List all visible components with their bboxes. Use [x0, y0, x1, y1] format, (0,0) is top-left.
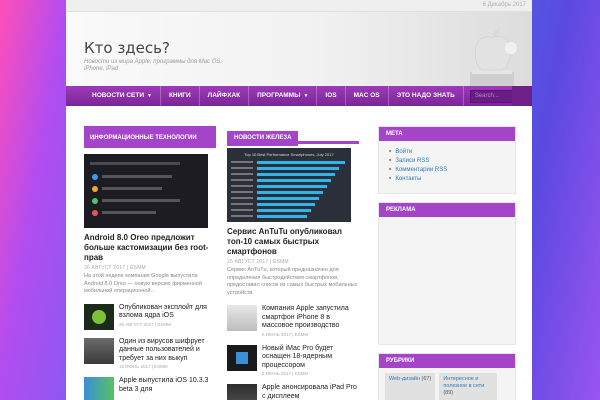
- featured-thumbnail-antutu[interactable]: Top 10 Best Performance Smartphones, Jul…: [227, 148, 351, 222]
- page: 6 Декабрь 2017 Кто здесь? Новости из мир…: [66, 0, 532, 400]
- list-item-title: Apple выпустила iOS 10.3.3 beta 3 для: [119, 377, 209, 393]
- list-item-title: Компания Apple запустила смартфон iPhone…: [262, 305, 349, 329]
- current-date: 6 Декабрь 2017: [482, 2, 526, 8]
- featured-post-title[interactable]: Сервис AnTuTu опубликовал топ-10 самых б…: [227, 227, 359, 257]
- list-item[interactable]: Один из вирусов шифрует данные пользоват…: [84, 337, 216, 369]
- list-item-title: Новый iMac Pro будет оснащен 18-ядерным …: [262, 344, 334, 369]
- post-thumbnail: [227, 384, 257, 400]
- list-item[interactable]: Apple выпустила iOS 10.3.3 beta 3 для: [84, 377, 216, 400]
- main-navigation: НОВОСТИ СЕТИ ▼ КНИГИ ЛАЙФХАК ПРОГРАММЫ ▼ I…: [66, 86, 532, 106]
- site-description: Новости из мира Apple, программы для Mac…: [84, 59, 223, 72]
- nav-item-must-know[interactable]: ЭТО НАДО ЗНАТЬ: [389, 86, 464, 106]
- rubric-tag[interactable]: Интересное и полезное в сети (89): [439, 373, 498, 400]
- list-item-title: Один из вирусов шифрует данные пользоват…: [119, 337, 205, 362]
- post-thumbnail: [84, 303, 114, 330]
- meta-link-contacts[interactable]: Контакты: [389, 174, 507, 183]
- expand-icon: +: [92, 137, 96, 143]
- nav-item-news[interactable]: НОВОСТИ СЕТИ ▼: [84, 86, 161, 106]
- list-item-meta: 26 АВГУСТ 2017 | ESMM: [119, 321, 171, 327]
- post-excerpt: Сервис AnTuTu, который предназначен для …: [227, 267, 358, 296]
- list-item[interactable]: Новый iMac Pro будет оснащен 18-ядерным …: [227, 344, 359, 376]
- column-hardware: НОВОСТИ ЖЕЛЕЗА Top 10 Best Performance S…: [227, 126, 359, 400]
- post-thumbnail: [227, 305, 257, 331]
- list-item-meta: 16 ИЮНЬ 2017 | ESMM: [119, 364, 168, 369]
- widget-meta: МЕТА Войти Записи RSS Комментарии RSS Ко…: [378, 126, 516, 194]
- featured-thumbnail-android[interactable]: [84, 154, 208, 228]
- widget-title: РУБРИКИ: [379, 354, 515, 368]
- list-item-meta: 8 ИЮНЬ 2017 | ESMM: [262, 371, 309, 376]
- list-item-title: Apple анонсировала iPad Pro с дисплеем: [262, 384, 357, 400]
- section-header-hardware[interactable]: НОВОСТИ ЖЕЛЕЗА: [227, 126, 359, 146]
- list-item[interactable]: Apple анонсировала iPad Pro с дисплеем: [227, 384, 359, 400]
- meta-link-posts-rss[interactable]: Записи RSS: [389, 156, 507, 165]
- nav-item-books[interactable]: КНИГИ: [161, 86, 200, 106]
- rubric-tag[interactable]: Web-дизайн (67): [385, 373, 436, 400]
- site-header: Кто здесь? Новости из мира Apple, програ…: [66, 12, 532, 88]
- meta-link-comments-rss[interactable]: Комментарии RSS: [389, 165, 507, 174]
- nav-item-programs[interactable]: ПРОГРАММЫ ▼: [249, 86, 318, 106]
- chevron-down-icon: ▼: [303, 93, 309, 99]
- list-item-meta: 8 ИЮНЬ 2017 | ESMM: [262, 331, 309, 337]
- post-meta: 26 АВГУСТ 2017 | ESMM: [227, 259, 289, 265]
- meta-link-login[interactable]: Войти: [389, 147, 507, 156]
- widget-rubrics: РУБРИКИ Web-дизайн (67) Интересное и пол…: [378, 353, 516, 400]
- chevron-down-icon: ▼: [147, 93, 152, 99]
- list-item[interactable]: Опубликован эксплойт для взлома ядра iOS…: [84, 303, 216, 330]
- widget-title: РЕКЛАМА: [379, 203, 515, 217]
- post-thumbnail: [84, 337, 114, 364]
- section-header-it[interactable]: ИНФОРМАЦИОННЫЕ ТЕХНОЛОГИИ +: [84, 126, 216, 148]
- sidebar: МЕТА Войти Записи RSS Комментарии RSS Ко…: [378, 126, 516, 400]
- list-item[interactable]: Компания Apple запустила смартфон iPhone…: [227, 305, 359, 337]
- nav-end-cap: [512, 86, 532, 106]
- post-excerpt: На этой неделе компания Google выпустила…: [84, 273, 202, 294]
- nav-item-macos[interactable]: MAC OS: [346, 86, 389, 106]
- list-item-title: Опубликован эксплойт для взлома ядра iOS: [119, 303, 207, 320]
- post-thumbnail: [227, 344, 257, 371]
- top-bar: 6 Декабрь 2017: [66, 0, 532, 12]
- nav-item-lifehack[interactable]: ЛАЙФХАК: [200, 86, 250, 106]
- widget-ads: РЕКЛАМА: [378, 202, 516, 345]
- featured-post-title[interactable]: Android 8.0 Oreo предложит больше кастом…: [84, 233, 216, 263]
- post-meta: 26 АВГУСТ 2017 | ESMM: [84, 265, 146, 271]
- column-it: ИНФОРМАЦИОННЫЕ ТЕХНОЛОГИИ + Android 8.0 …: [84, 126, 216, 400]
- nav-item-ios[interactable]: IOS: [317, 86, 346, 106]
- site-title[interactable]: Кто здесь?: [84, 39, 170, 57]
- apple-logo-icon: [470, 28, 517, 86]
- post-thumbnail: [84, 377, 114, 400]
- widget-title: МЕТА: [379, 127, 515, 141]
- chart-caption: Top 10 Best Performance Smartphones, Jul…: [244, 152, 334, 157]
